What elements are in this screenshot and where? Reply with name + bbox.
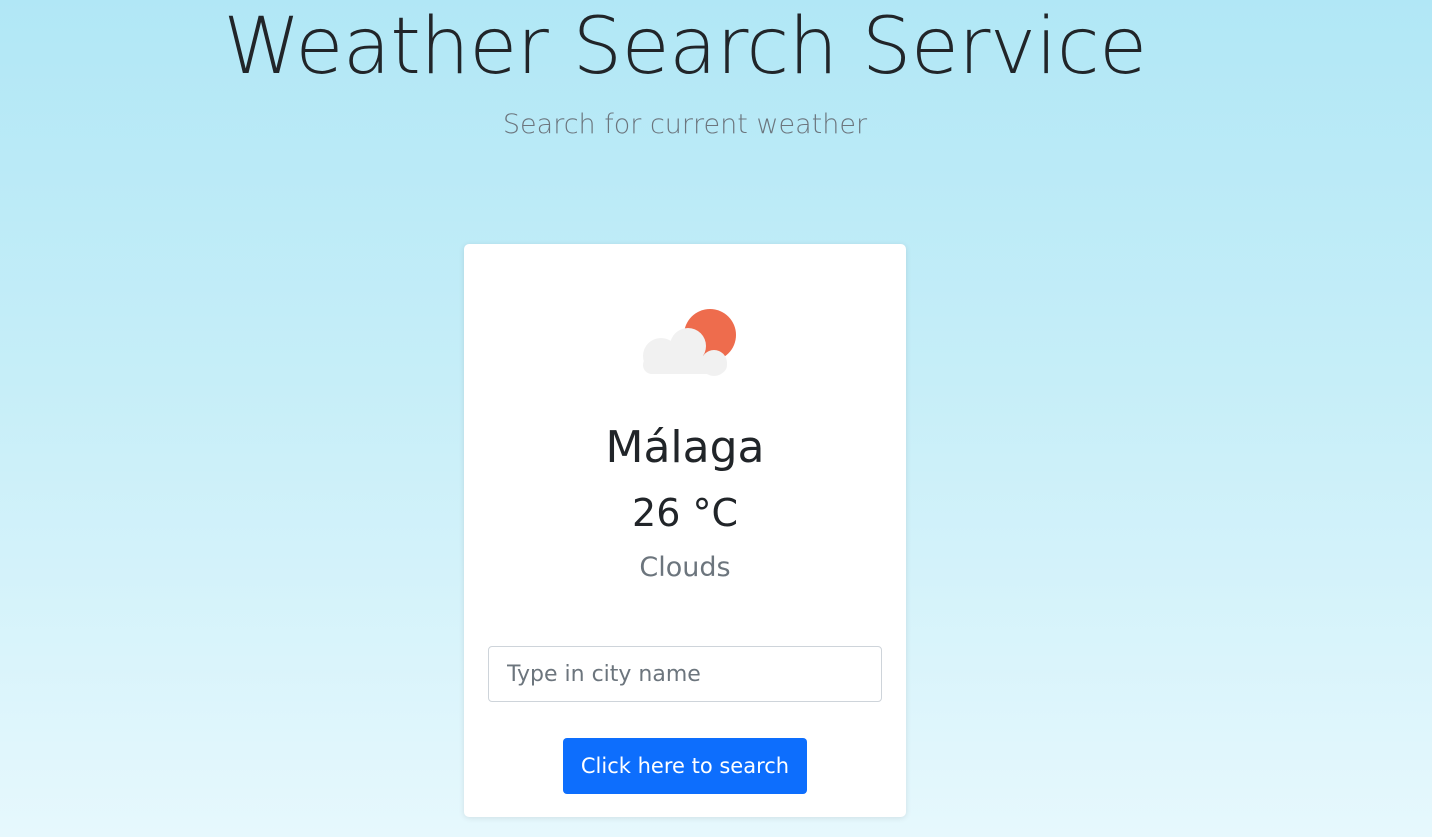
city-search-input[interactable] [488,646,882,702]
search-button[interactable]: Click here to search [563,738,807,794]
weather-card: Málaga 26 °C Clouds Click here to search [464,244,906,817]
page-subtitle: Search for current weather [502,109,868,140]
cloud-sun-icon [643,309,736,376]
temperature: 26 °C [632,491,738,535]
page-header: Weather Search Service Search for curren… [0,0,1370,142]
city-name: Málaga [605,422,765,473]
weather-condition: Clouds [639,552,731,583]
page-title: Weather Search Service [223,2,1147,92]
